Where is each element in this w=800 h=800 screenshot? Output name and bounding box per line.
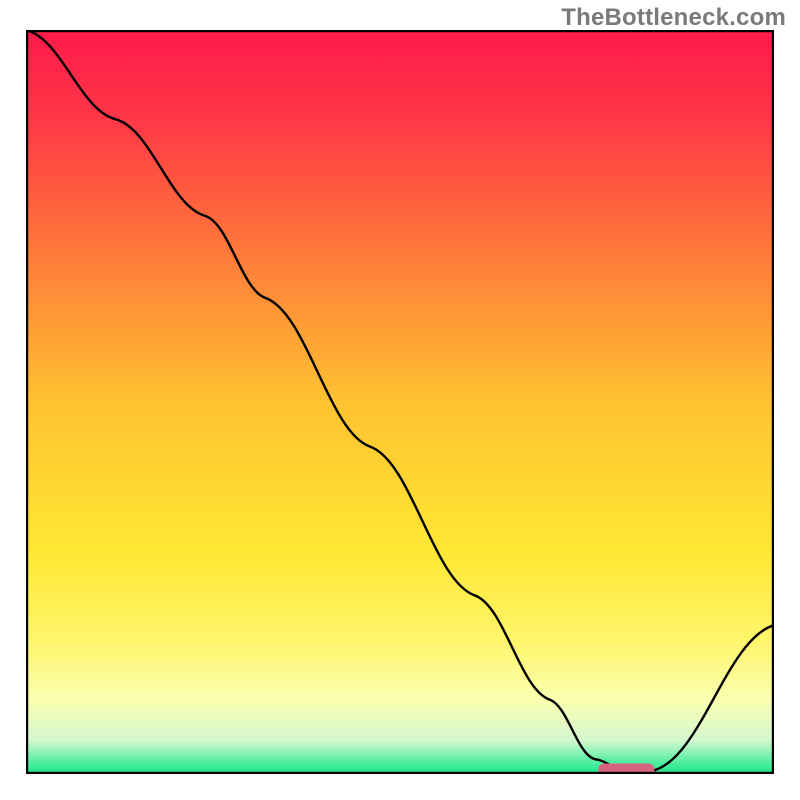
chart-plot-area xyxy=(26,30,774,774)
chart-container: TheBottleneck.com xyxy=(0,0,800,800)
chart-svg xyxy=(26,30,774,774)
chart-background-gradient xyxy=(26,30,774,774)
watermark-text: TheBottleneck.com xyxy=(561,4,786,32)
